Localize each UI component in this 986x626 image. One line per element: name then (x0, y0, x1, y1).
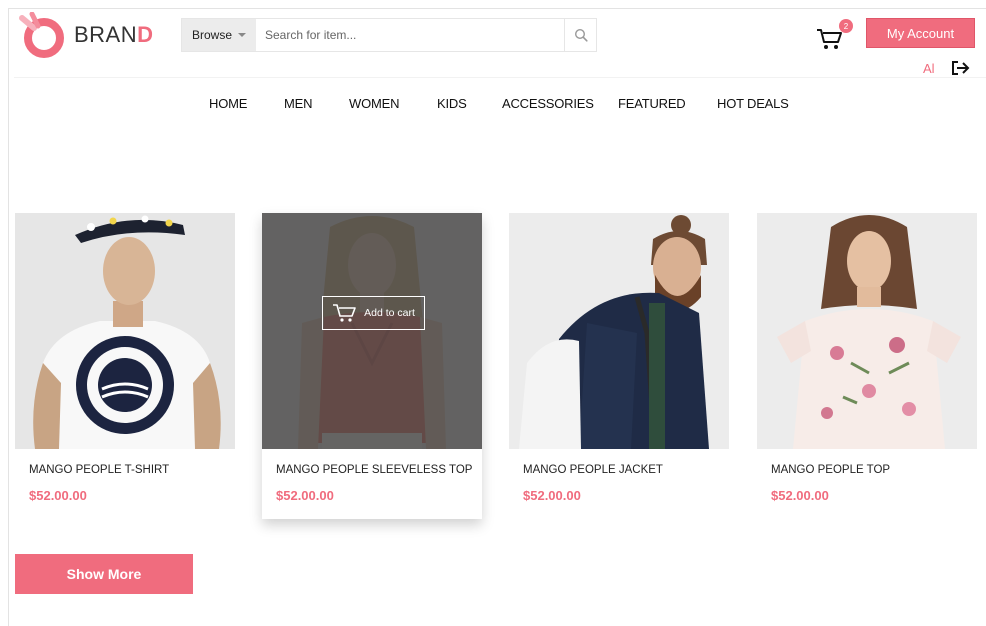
header-divider (14, 77, 986, 78)
main-nav: HOME MEN WOMEN KIDS ACCESSORIES FEATURED… (0, 96, 986, 116)
nav-home[interactable]: HOME (209, 96, 247, 111)
search-bar: Browse (181, 18, 597, 52)
product-price: $52.00.00 (771, 488, 829, 503)
nav-women[interactable]: WOMEN (349, 96, 399, 111)
product-price: $52.00.00 (276, 488, 334, 503)
nav-hot-deals[interactable]: HOT DEALS (717, 96, 789, 111)
add-to-cart-label: Add to cart (364, 307, 415, 319)
nav-kids[interactable]: KIDS (437, 96, 467, 111)
logout-icon (952, 61, 970, 75)
product-name[interactable]: MANGO PEOPLE SLEEVELESS TOP (276, 464, 472, 476)
product-card[interactable]: MANGO PEOPLE T-SHIRT $52.00.00 (15, 213, 235, 519)
brand-name: BRAND (74, 22, 154, 47)
product-card[interactable]: Add to cart MANGO PEOPLE SLEEVELESS TOP … (262, 213, 482, 519)
product-card[interactable]: MANGO PEOPLE TOP $52.00.00 (757, 213, 977, 519)
product-image[interactable]: Add to cart (262, 213, 482, 449)
search-input[interactable] (256, 19, 564, 51)
product-name[interactable]: MANGO PEOPLE TOP (771, 464, 890, 476)
add-to-cart-icon (333, 304, 356, 322)
brand-logo-icon (19, 12, 64, 58)
caret-down-icon (238, 33, 246, 37)
user-initials[interactable]: Al (923, 61, 935, 76)
browse-label: Browse (191, 28, 232, 42)
product-image[interactable] (509, 213, 729, 449)
add-to-cart-button[interactable]: Add to cart (322, 296, 425, 330)
brand-logo[interactable]: BRAND (16, 12, 154, 58)
nav-featured[interactable]: FEATURED (618, 96, 686, 111)
product-card[interactable]: MANGO PEOPLE JACKET $52.00.00 (509, 213, 729, 519)
product-price: $52.00.00 (523, 488, 581, 503)
product-image[interactable] (757, 213, 977, 449)
search-button[interactable] (564, 19, 596, 51)
product-price: $52.00.00 (29, 488, 87, 503)
product-image[interactable] (15, 213, 235, 449)
browse-dropdown[interactable]: Browse (182, 19, 256, 51)
search-icon (574, 28, 588, 42)
cart-count-badge: 2 (839, 19, 853, 33)
nav-accessories[interactable]: ACCESSORIES (502, 96, 594, 111)
product-hover-overlay: Add to cart (262, 213, 482, 449)
cart-button[interactable]: 2 (815, 19, 853, 54)
nav-men[interactable]: MEN (284, 96, 312, 111)
my-account-button[interactable]: My Account (866, 18, 975, 48)
product-name[interactable]: MANGO PEOPLE JACKET (523, 464, 663, 476)
show-more-button[interactable]: Show More (15, 554, 193, 594)
product-name[interactable]: MANGO PEOPLE T-SHIRT (29, 464, 169, 476)
